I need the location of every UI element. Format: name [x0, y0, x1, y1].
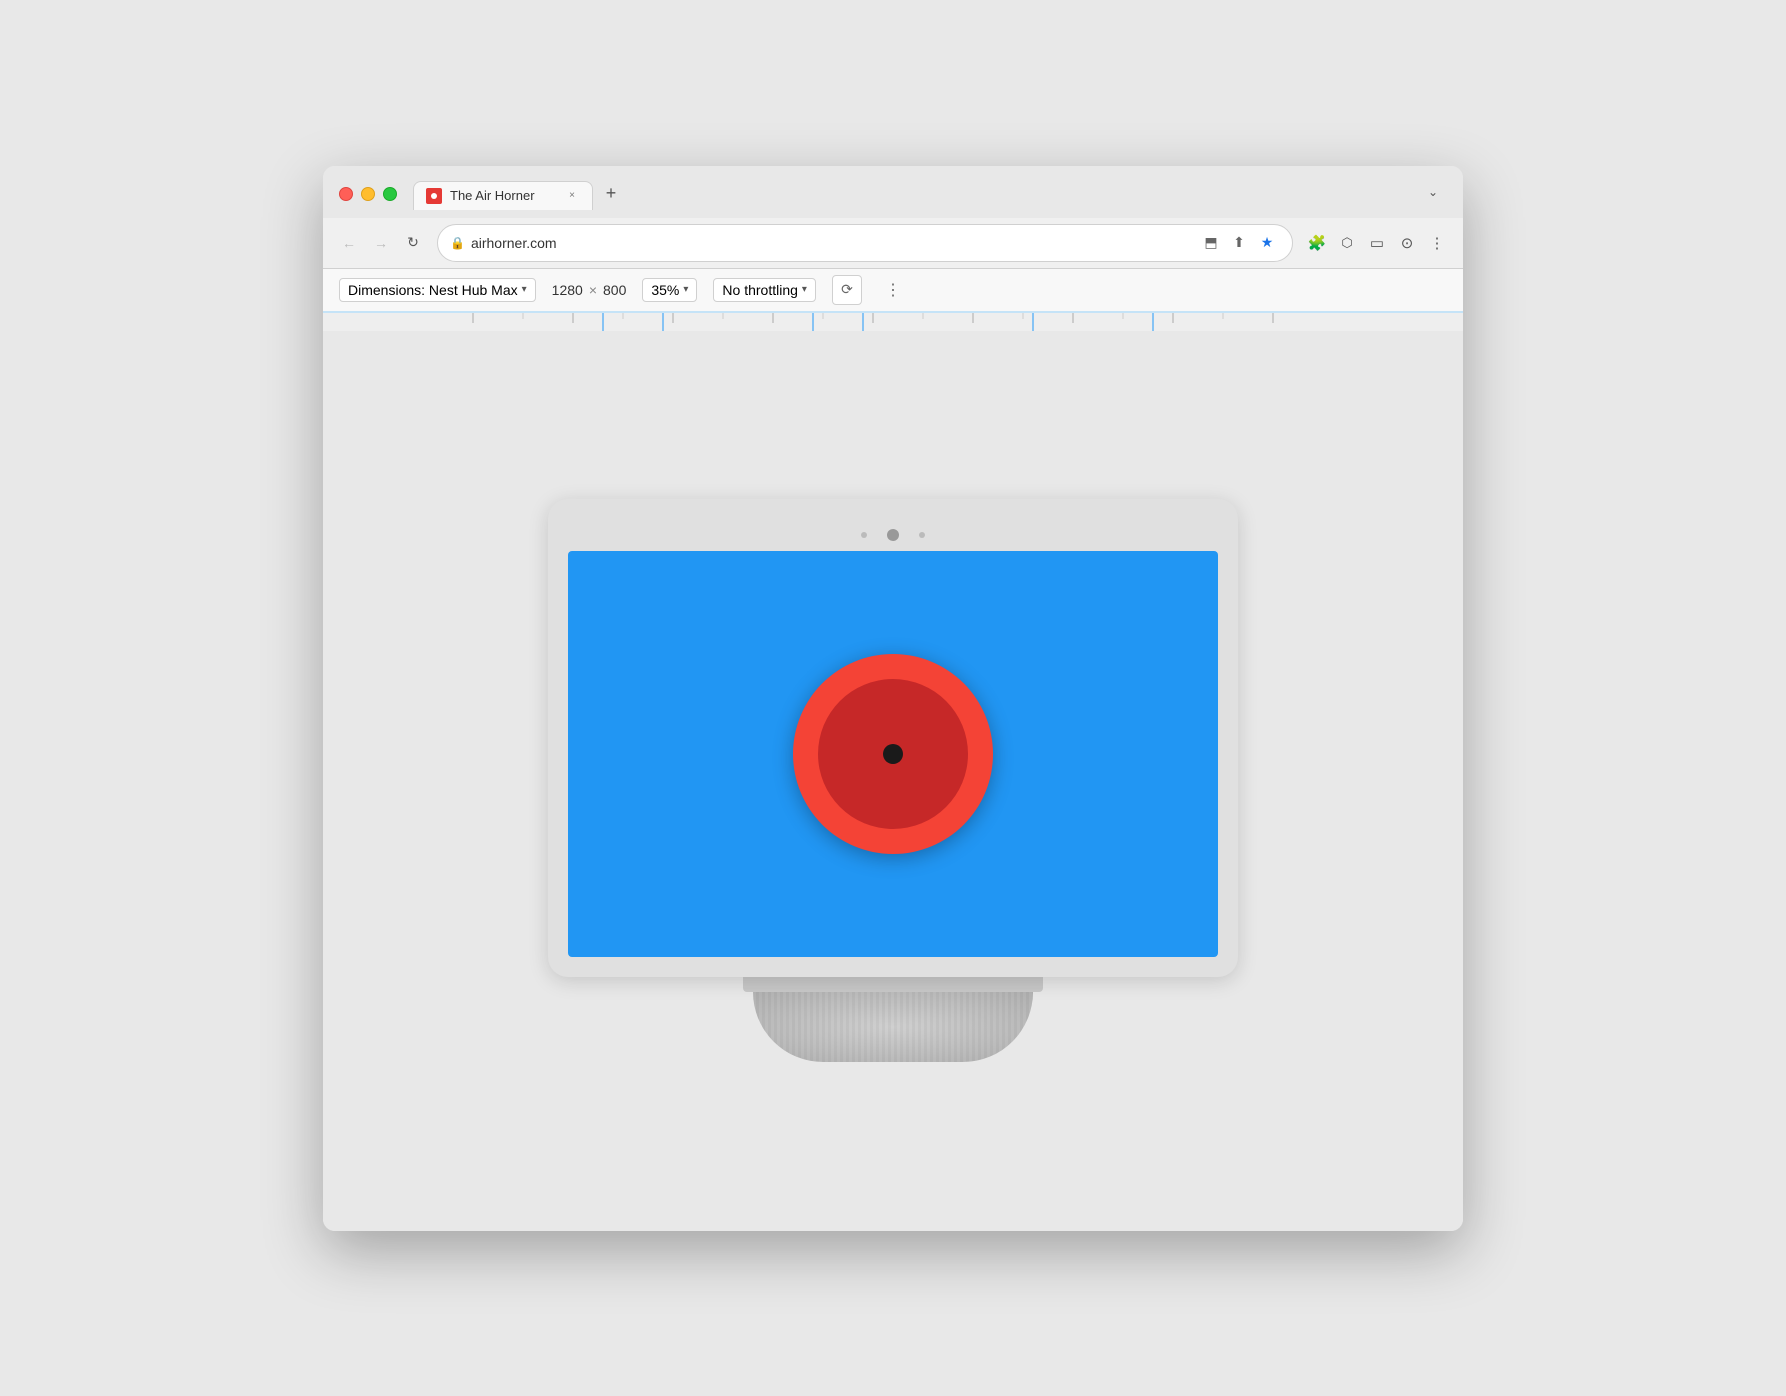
zoom-dropdown-icon: ▾ [683, 284, 688, 295]
dimension-x-label: × [589, 282, 597, 298]
device-selector[interactable]: Dimensions: Nest Hub Max ▾ [339, 278, 536, 302]
refresh-icon: ↻ [407, 234, 419, 251]
back-button[interactable]: ← [335, 229, 363, 257]
share-button[interactable]: ⬆ [1226, 230, 1252, 256]
forward-button[interactable]: → [367, 229, 395, 257]
height-value: 800 [603, 282, 626, 298]
close-button[interactable] [339, 187, 353, 201]
more-icon: ⋮ [1430, 234, 1445, 252]
new-tab-button[interactable]: + [597, 180, 625, 208]
dimension-value: 1280 × 800 [552, 282, 627, 298]
tab-favicon [426, 188, 442, 204]
traffic-lights [339, 187, 397, 201]
browser-window: The Air Horner × + ⌄ ← → ↻ 🔒 [323, 166, 1463, 1231]
lock-icon: 🔒 [450, 236, 465, 250]
chrome-menu-button[interactable]: ⋮ [1423, 229, 1451, 257]
puzzle-icon: 🧩 [1308, 234, 1327, 252]
tab-title: The Air Horner [450, 188, 556, 203]
refresh-button[interactable]: ↻ [399, 229, 427, 257]
content-area [323, 331, 1463, 1231]
minimize-button[interactable] [361, 187, 375, 201]
bookmark-button[interactable]: ★ [1254, 230, 1280, 256]
maximize-button[interactable] [383, 187, 397, 201]
chevron-down-icon: ⌄ [1428, 185, 1438, 199]
throttle-selector[interactable]: No throttling ▾ [713, 278, 816, 302]
extensions-button[interactable]: 🧩 [1303, 229, 1331, 257]
air-horn-graphic [793, 654, 993, 854]
device-top-bar [568, 529, 1218, 541]
window-controls: ⌄ [1419, 178, 1447, 206]
device-toolbar-more-icon: ⋮ [885, 280, 901, 300]
title-bar: The Air Horner × + ⌄ [323, 166, 1463, 218]
account-icon: ⊙ [1401, 234, 1414, 252]
zoom-label: 35% [651, 282, 679, 298]
device-dropdown-icon: ▾ [522, 284, 527, 295]
address-bar[interactable]: 🔒 airhorner.com ⬒ ⬆ ★ [437, 224, 1293, 262]
device-indicator-left [861, 532, 867, 538]
width-value: 1280 [552, 282, 583, 298]
address-actions: ⬒ ⬆ ★ [1198, 230, 1280, 256]
device-label: Dimensions: Nest Hub Max [348, 282, 518, 298]
active-tab[interactable]: The Air Horner × [413, 181, 593, 210]
sidebar-button[interactable]: ▭ [1363, 229, 1391, 257]
back-icon: ← [342, 235, 356, 251]
device-frame [548, 499, 1238, 977]
device-indicator-right [919, 532, 925, 538]
sidebar-icon: ▭ [1370, 234, 1384, 252]
rotate-button[interactable]: ⟳ [832, 275, 862, 305]
device-mockup [548, 499, 1238, 1062]
throttle-dropdown-icon: ▾ [802, 284, 807, 295]
device-base [548, 972, 1238, 1062]
horn-center-dot [883, 744, 903, 764]
star-icon: ★ [1261, 234, 1274, 251]
window-dropdown-button[interactable]: ⌄ [1419, 178, 1447, 206]
flask-button[interactable]: ⬡ [1333, 229, 1361, 257]
account-button[interactable]: ⊙ [1393, 229, 1421, 257]
forward-icon: → [374, 235, 388, 251]
device-screen[interactable] [568, 551, 1218, 957]
horn-outer-ring [793, 654, 993, 854]
share-icon: ⬆ [1233, 234, 1245, 251]
external-link-button[interactable]: ⬒ [1198, 230, 1224, 256]
device-base-cylinder [753, 992, 1033, 1062]
horn-inner-ring [818, 679, 968, 829]
flask-icon: ⬡ [1341, 235, 1352, 251]
device-camera [887, 529, 899, 541]
tabs-row: The Air Horner × + ⌄ [413, 178, 1447, 210]
device-toolbar: Dimensions: Nest Hub Max ▾ 1280 × 800 35… [323, 269, 1463, 313]
url-text: airhorner.com [471, 235, 1192, 251]
rotate-icon: ⟳ [841, 281, 853, 298]
toolbar-actions: 🧩 ⬡ ▭ ⊙ ⋮ [1303, 229, 1451, 257]
external-link-icon: ⬒ [1204, 234, 1217, 251]
device-toolbar-more-button[interactable]: ⋮ [878, 275, 908, 305]
title-bar-top: The Air Horner × + ⌄ [339, 178, 1447, 210]
ruler [323, 313, 1463, 331]
nav-bar: ← → ↻ 🔒 airhorner.com ⬒ ⬆ ★ [323, 218, 1463, 269]
throttle-label: No throttling [722, 282, 797, 298]
tab-close-button[interactable]: × [564, 188, 580, 204]
zoom-selector[interactable]: 35% ▾ [642, 278, 697, 302]
